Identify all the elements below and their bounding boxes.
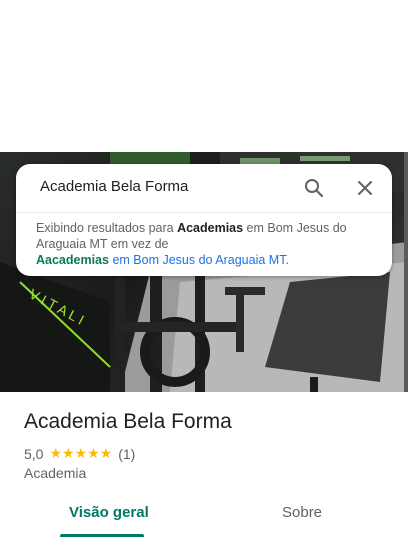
star-rating-icons: ★★★★★ — [49, 445, 113, 461]
place-title: Academia Bela Forma — [24, 410, 232, 433]
photo-edge — [404, 152, 408, 392]
search-input[interactable]: Academia Bela Forma — [40, 178, 188, 195]
original-query-link[interactable]: Aacademias em Bom Jesus do Araguaia MT. — [36, 253, 289, 267]
place-page: V I T A L I Academia Bela Forma Exibindo… — [0, 0, 408, 544]
review-count[interactable]: (1) — [118, 446, 135, 462]
search-bar[interactable]: Academia Bela Forma — [16, 164, 392, 212]
close-icon[interactable] — [353, 176, 377, 200]
place-category: Academia — [24, 465, 87, 481]
rating-row[interactable]: 5,0 ★★★★★ (1) — [24, 445, 135, 462]
original-query-suffix[interactable]: em Bom Jesus do Araguaia MT. — [109, 253, 288, 267]
notice-corrected-term[interactable]: Academias — [177, 221, 243, 235]
search-icon[interactable] — [302, 176, 326, 200]
notice-prefix: Exibindo resultados para — [36, 221, 178, 235]
search-card: Academia Bela Forma Exibindo resultados … — [16, 164, 392, 276]
search-divider — [16, 212, 392, 213]
rating-value: 5,0 — [24, 445, 44, 462]
tab-overview[interactable]: Visão geral — [69, 504, 149, 521]
tab-about[interactable]: Sobre — [282, 504, 322, 521]
place-tabs: Visão geral Sobre — [0, 494, 408, 544]
spelling-notice: Exibindo resultados para Academias em Bo… — [36, 220, 376, 268]
original-query-term[interactable]: Aacademias — [36, 253, 109, 267]
active-tab-indicator — [60, 534, 144, 537]
